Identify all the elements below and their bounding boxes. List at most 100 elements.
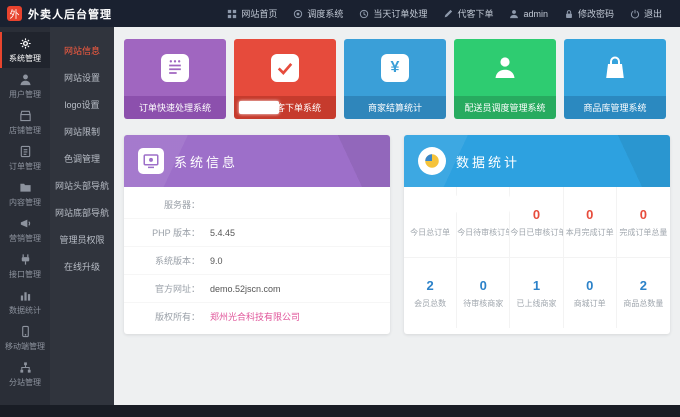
tile-product-library[interactable]: 商品库管理系统 (564, 39, 666, 119)
sidebar-label: 订单管理 (9, 161, 41, 172)
tile-courier-dispatch[interactable]: 配送员调度管理系统 (454, 39, 556, 119)
sidebar-item-orders[interactable]: 订单管理 (0, 140, 50, 176)
sidebar-item-marketing[interactable]: 营销管理 (0, 212, 50, 248)
stat-total-products: 2商品总数量 (617, 258, 670, 328)
stat-total-completed-orders: 0完成订单总量 (617, 187, 670, 258)
submenu-site-limits[interactable]: 网站限制 (50, 118, 114, 145)
panel-title: 系统信息 (174, 152, 238, 171)
info-row-copyright: 版权所有： 郑州光合科技有限公司 (124, 303, 390, 330)
target-icon (293, 9, 303, 19)
sidebar-item-shops[interactable]: 店铺管理 (0, 104, 50, 140)
sidebar-item-statistics[interactable]: 数据统计 (0, 284, 50, 320)
clock-icon (359, 9, 369, 19)
topnav-label: 网站首页 (241, 7, 277, 20)
sidebar-item-mobile[interactable]: 移动端管理 (0, 320, 50, 356)
tile-merchant-settlement[interactable]: ¥ 商家结算统计 (344, 39, 446, 119)
shortcut-tiles: 订单快速处理系统 商家代客下单系统 ¥ 商家结算统计 (124, 39, 670, 119)
topnav-site-home[interactable]: 网站首页 (219, 7, 285, 20)
tile-label: 商品库管理系统 (583, 101, 646, 114)
sidebar-label: 分站管理 (9, 377, 41, 388)
topnav-logout[interactable]: 退出 (622, 7, 670, 20)
notepad-icon (161, 54, 189, 82)
app-logo[interactable]: 外 外卖人后台管理 (0, 6, 112, 22)
pie-chart-icon (418, 147, 446, 175)
submenu-logo-settings[interactable]: logo设置 (50, 91, 114, 118)
shopping-bag-icon (601, 54, 629, 82)
sidebar-label: 数据统计 (9, 305, 41, 316)
submenu-header-nav[interactable]: 网站头部导航 (50, 172, 114, 199)
stat-pending-merchants: 0待审核商家 (457, 258, 510, 328)
submenu-site-settings[interactable]: 网站设置 (50, 64, 114, 91)
sidebar-item-system[interactable]: 系统管理 (0, 32, 50, 68)
submenu-site-info[interactable]: 网站信息 (50, 37, 114, 64)
checkmark-icon (271, 54, 299, 82)
topnav: 网站首页 调度系统 当天订单处理 代客下单 admin 修改密码 (219, 7, 680, 20)
folder-icon (19, 181, 32, 194)
info-row-official-site: 官方网址： demo.52jscn.com (124, 275, 390, 303)
app-window: 外 外卖人后台管理 网站首页 调度系统 当天订单处理 代客下单 admi (0, 0, 680, 417)
sitemap-icon (19, 361, 32, 374)
mobile-icon (19, 325, 32, 338)
system-gear-icon (138, 148, 164, 174)
info-value: 5.4.45 (210, 228, 235, 238)
bar-chart-icon (19, 289, 32, 302)
info-row-php-version: PHP 版本： 5.4.45 (124, 219, 390, 247)
tile-label: 商家结算统计 (368, 101, 422, 114)
system-info-body: 服务器： PHP 版本： 5.4.45 系统版本： 9.0 官方网址： demo… (124, 187, 390, 334)
user-icon (509, 9, 519, 19)
money-yen-icon: ¥ (381, 54, 409, 82)
sidebar-label: 内容管理 (9, 197, 41, 208)
grid-icon (227, 9, 237, 19)
megaphone-icon (19, 217, 32, 230)
submenu-online-upgrade[interactable]: 在线升级 (50, 253, 114, 280)
panel-title: 数据统计 (456, 152, 520, 171)
topnav-today-orders[interactable]: 当天订单处理 (351, 7, 435, 20)
system-info-header: 系统信息 (124, 135, 390, 187)
sidebar-item-content[interactable]: 内容管理 (0, 176, 50, 212)
topnav-label: 代客下单 (457, 7, 493, 20)
stat-month-completed-orders: 0本月完成订单 (564, 187, 617, 258)
topnav-label: 退出 (644, 7, 662, 20)
stat-total-members: 2会员总数 (404, 258, 457, 328)
censor-patch (239, 101, 279, 114)
stat-today-approved-orders: 0今日已审核订单 (510, 187, 563, 258)
statistics-header: 数据统计 (404, 135, 670, 187)
tile-label: 订单快速处理系统 (139, 101, 211, 114)
logo-icon: 外 (7, 6, 22, 21)
system-info-panel: 系统信息 服务器： PHP 版本： 5.4.45 系统版本： 9.0 (124, 135, 390, 334)
sidebar-label: 系统管理 (9, 53, 41, 64)
info-label: 官方网址： (124, 282, 200, 295)
sidebar-item-api[interactable]: 接口管理 (0, 248, 50, 284)
gear-icon (19, 37, 32, 50)
sidebar-label: 用户管理 (9, 89, 41, 100)
data-statistics-panel: 数据统计 今日总订单 今日待审核订单 0今日已审核订单 0本月完成订单 0完成订… (404, 135, 670, 334)
info-label: 服务器： (124, 198, 200, 211)
topbar: 外 外卖人后台管理 网站首页 调度系统 当天订单处理 代客下单 admi (0, 0, 680, 27)
submenu-color-management[interactable]: 色调管理 (50, 145, 114, 172)
lock-icon (564, 9, 574, 19)
info-label: PHP 版本： (124, 226, 200, 239)
topnav-admin-account[interactable]: admin (501, 9, 556, 19)
topnav-change-password[interactable]: 修改密码 (556, 7, 622, 20)
secondary-sidebar: 网站信息 网站设置 logo设置 网站限制 色调管理 网站头部导航 网站底部导航… (50, 27, 114, 417)
dashboard-panels: 系统信息 服务器： PHP 版本： 5.4.45 系统版本： 9.0 (124, 135, 670, 334)
list-icon (19, 145, 32, 158)
power-icon (630, 9, 640, 19)
topnav-label: 调度系统 (307, 7, 343, 20)
sidebar-label: 移动端管理 (5, 341, 45, 352)
store-icon (19, 109, 32, 122)
info-value: 9.0 (210, 256, 223, 266)
tile-order-quick-processing[interactable]: 订单快速处理系统 (124, 39, 226, 119)
sidebar-item-substations[interactable]: 分站管理 (0, 356, 50, 392)
sidebar-item-users[interactable]: 用户管理 (0, 68, 50, 104)
primary-sidebar: 系统管理 用户管理 店铺管理 订单管理 内容管理 营销管理 接口管理 数据统计 (0, 27, 50, 417)
submenu-footer-nav[interactable]: 网站底部导航 (50, 199, 114, 226)
info-value: 郑州光合科技有限公司 (210, 310, 300, 323)
sidebar-label: 营销管理 (9, 233, 41, 244)
topnav-dispatch-system[interactable]: 调度系统 (285, 7, 351, 20)
info-value: demo.52jscn.com (210, 284, 281, 294)
submenu-admin-permissions[interactable]: 管理员权限 (50, 226, 114, 253)
footer-bar (0, 405, 680, 417)
info-label: 系统版本： (124, 254, 200, 267)
topnav-proxy-order[interactable]: 代客下单 (435, 7, 501, 20)
